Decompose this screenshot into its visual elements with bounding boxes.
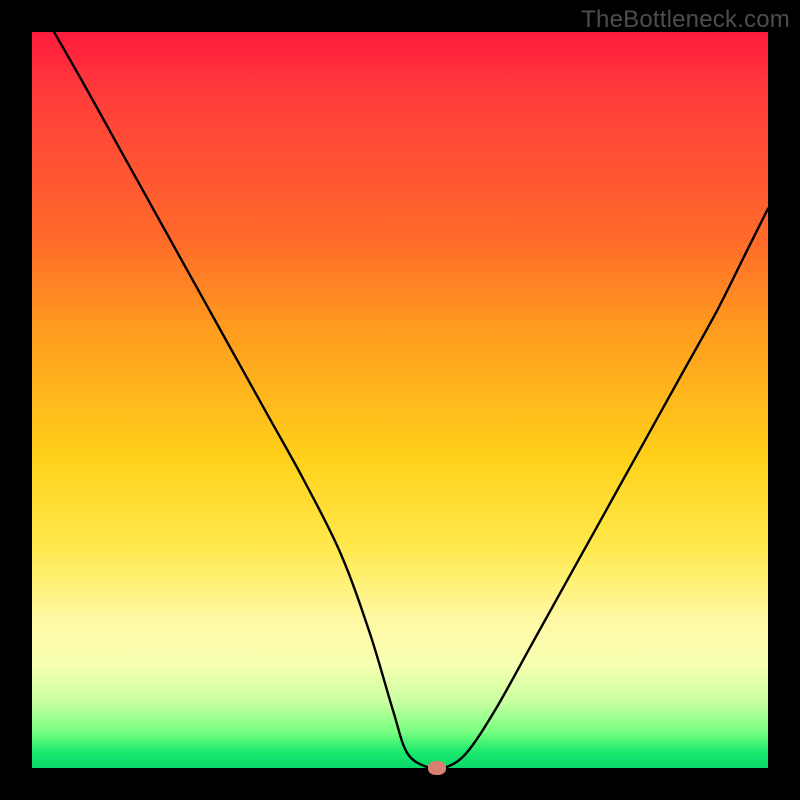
watermark-text: TheBottleneck.com: [581, 6, 790, 34]
bottleneck-curve: [32, 32, 768, 768]
plot-area: [32, 32, 768, 768]
optimal-point-marker: [428, 761, 446, 775]
chart-frame: TheBottleneck.com: [0, 0, 800, 800]
